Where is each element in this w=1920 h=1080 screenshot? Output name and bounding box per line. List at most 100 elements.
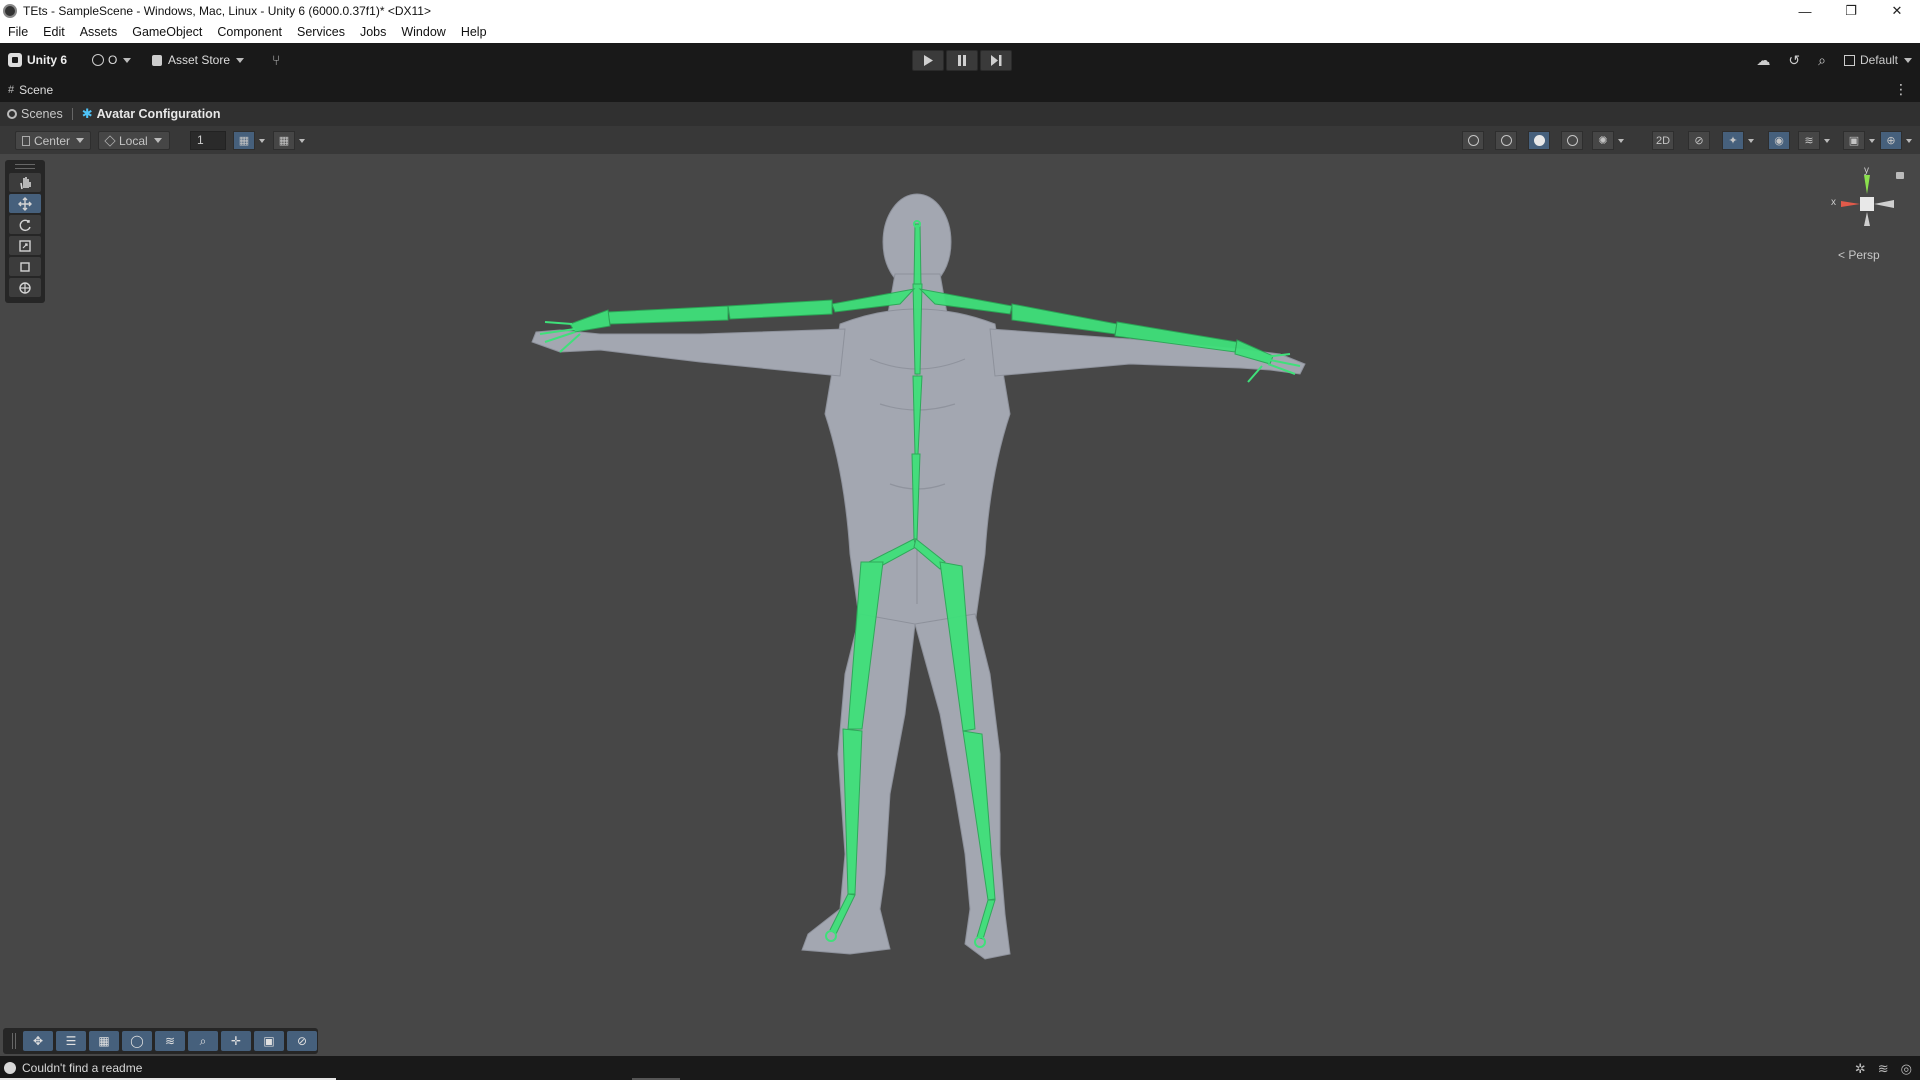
- navigation-button[interactable]: ⊘: [287, 1031, 317, 1051]
- pivot-label: Center: [33, 133, 70, 148]
- move-tool-button[interactable]: [9, 194, 41, 213]
- layout-dropdown[interactable]: Default: [1843, 53, 1912, 67]
- play-controls: [912, 50, 1012, 71]
- close-button[interactable]: ✕: [1874, 0, 1920, 22]
- debug-icon: ✺: [1598, 135, 1608, 147]
- layers-dropdown[interactable]: [1821, 131, 1833, 150]
- more-options-icon[interactable]: ⋮: [1894, 81, 1908, 98]
- check-circle-icon[interactable]: ◎: [1901, 1061, 1912, 1077]
- grid-snapping-dropdown[interactable]: [256, 131, 268, 150]
- transform-tool-button[interactable]: [9, 278, 41, 297]
- debug-draw-mode-dropdown[interactable]: [1615, 131, 1627, 150]
- chevron-down-icon: [153, 138, 162, 143]
- unity-app-icon: [3, 4, 17, 18]
- move-arrows-icon: [18, 196, 32, 211]
- account-dropdown[interactable]: O: [92, 49, 132, 71]
- camera-icon: ▣: [1848, 135, 1860, 147]
- layers-toggle-button[interactable]: ≋: [155, 1031, 185, 1051]
- asset-store-dropdown[interactable]: Asset Store: [152, 49, 245, 71]
- zoom-button[interactable]: ⌕: [188, 1031, 218, 1051]
- menu-file[interactable]: File: [0, 22, 35, 43]
- overlay-grip[interactable]: [12, 1033, 16, 1049]
- grid-snapping-button[interactable]: ▦: [233, 131, 255, 150]
- pan-button[interactable]: ✛: [221, 1031, 251, 1051]
- status-message[interactable]: Couldn't find a readme: [22, 1061, 142, 1075]
- space-dropdown[interactable]: Local: [98, 131, 170, 150]
- cloud-icon[interactable]: ☁: [1756, 52, 1770, 69]
- humanoid-avatar-model[interactable]: [0, 154, 1920, 1056]
- layout-icon: [1843, 54, 1855, 66]
- debug-draw-mode-button[interactable]: ✺: [1592, 131, 1614, 150]
- bone-right-upper-arm: [1011, 303, 1118, 335]
- tab-scene[interactable]: # Scene: [8, 77, 53, 102]
- menu-gameobject[interactable]: GameObject: [124, 22, 209, 43]
- layers-button[interactable]: ≋: [1798, 131, 1820, 150]
- bug-icon[interactable]: ✲: [1855, 1061, 1866, 1077]
- menu-services[interactable]: Services: [289, 22, 352, 43]
- camera-settings-button[interactable]: ▣: [1843, 131, 1865, 150]
- grid-toggle-button[interactable]: ▦: [89, 1031, 119, 1051]
- breadcrumb-scenes[interactable]: Scenes: [0, 107, 63, 121]
- 2d-toggle-button[interactable]: 2D: [1652, 131, 1674, 150]
- pivot-dropdown[interactable]: Center: [15, 131, 91, 150]
- menu-assets[interactable]: Assets: [72, 22, 125, 43]
- projection-label[interactable]: < Persp: [1838, 248, 1880, 262]
- gizmos-button[interactable]: ⊕: [1880, 131, 1902, 150]
- scene-visibility-button[interactable]: ◉: [1768, 131, 1790, 150]
- grid-visibility-dropdown[interactable]: [296, 131, 308, 150]
- scale-tool-button[interactable]: [9, 236, 41, 255]
- menu-edit[interactable]: Edit: [35, 22, 72, 43]
- grid-snap-increment-input[interactable]: 1: [190, 131, 226, 150]
- view-tool-button[interactable]: [9, 173, 41, 192]
- scene-viewport[interactable]: [0, 154, 1920, 1056]
- menu-component[interactable]: Component: [209, 22, 289, 43]
- camera-settings-dropdown[interactable]: [1866, 131, 1878, 150]
- gizmos-dropdown[interactable]: [1903, 131, 1915, 150]
- unity-scene-icon: [7, 109, 17, 119]
- unity-logo-button[interactable]: Unity 6: [8, 49, 67, 71]
- draw-mode-global-button[interactable]: [1462, 131, 1484, 150]
- camera-view-button[interactable]: ▣: [254, 1031, 284, 1051]
- play-button[interactable]: [912, 50, 944, 71]
- audio-fx-button[interactable]: ✦: [1722, 131, 1744, 150]
- pause-button[interactable]: [946, 50, 978, 71]
- effects-dropdown[interactable]: [1745, 131, 1757, 150]
- play-icon: [924, 55, 933, 66]
- lock-icon[interactable]: [1896, 172, 1904, 179]
- main-toolbar: Unity 6 O Asset Store ⑂ ☁ ↺ ⌕ Default: [0, 43, 1920, 77]
- rect-tool-button[interactable]: [9, 257, 41, 276]
- account-icon: [92, 54, 104, 66]
- breadcrumb-avatar-configuration[interactable]: ✱ Avatar Configuration: [82, 106, 221, 122]
- search-icon[interactable]: ⌕: [1818, 52, 1826, 69]
- local-space-icon: [104, 134, 116, 147]
- move-icon: ✥: [32, 1034, 44, 1048]
- rotate-tool-button[interactable]: [9, 215, 41, 234]
- step-button[interactable]: [980, 50, 1012, 71]
- step-icon: [990, 55, 1001, 66]
- menu-bar: File Edit Assets GameObject Component Se…: [0, 22, 1920, 43]
- 2d-icon: 2D: [1655, 134, 1671, 147]
- unity-logo-icon: [8, 53, 22, 67]
- orbit-button[interactable]: ◯: [122, 1031, 152, 1051]
- bone-neck: [913, 223, 922, 285]
- orientation-gizmo[interactable]: y x < Persp: [1828, 164, 1908, 274]
- move-bone-button[interactable]: ✥: [23, 1031, 53, 1051]
- menu-help[interactable]: Help: [453, 22, 494, 43]
- lighting-toggle-button[interactable]: ⊘: [1688, 131, 1710, 150]
- restore-button[interactable]: ❐: [1828, 0, 1874, 22]
- version-control-button[interactable]: ⑂: [272, 49, 280, 71]
- draw-mode-shaded-wireframe-button[interactable]: [1495, 131, 1517, 150]
- history-icon[interactable]: ↺: [1788, 52, 1800, 69]
- overlay-grip[interactable]: [15, 164, 35, 169]
- scale-icon: [19, 239, 31, 252]
- chevron-down-icon: [236, 57, 245, 63]
- menu-window[interactable]: Window: [393, 22, 452, 43]
- cache-icon[interactable]: ≋: [1878, 1061, 1889, 1077]
- properties-button[interactable]: ☰: [56, 1031, 86, 1051]
- minimize-button[interactable]: —: [1782, 0, 1828, 22]
- menu-jobs[interactable]: Jobs: [352, 22, 393, 43]
- draw-mode-shaded-button[interactable]: [1528, 131, 1550, 150]
- grid-visibility-button[interactable]: ▦: [273, 131, 295, 150]
- draw-mode-unlit-button[interactable]: [1561, 131, 1583, 150]
- info-icon: [4, 1062, 16, 1074]
